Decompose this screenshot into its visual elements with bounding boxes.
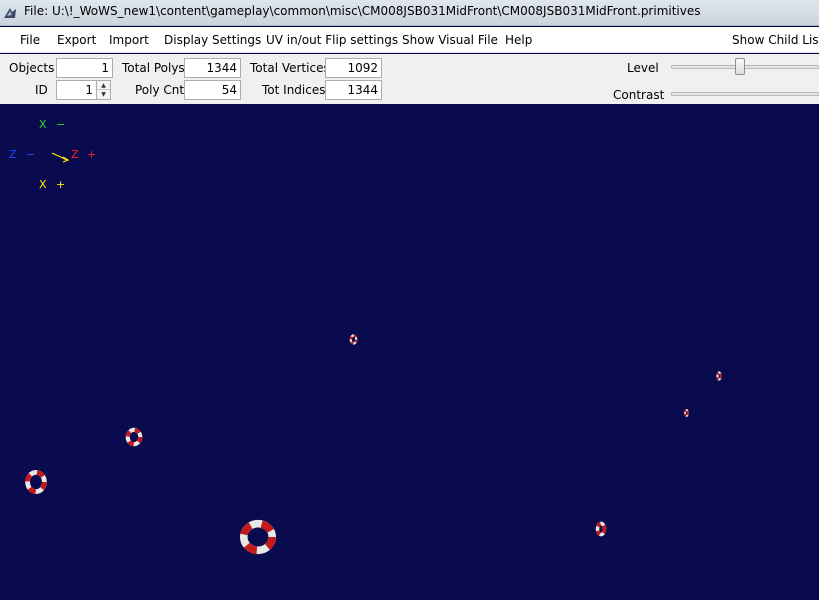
life-ring-icon (349, 334, 358, 345)
z-negative-axis-label: Z (9, 148, 17, 161)
spin-down-icon[interactable]: ▼ (97, 90, 110, 99)
app-icon (4, 8, 16, 18)
3d-viewport[interactable]: X − Z − Z + X + (0, 104, 819, 600)
window-title: File: U:\!_WoWS_new1\content\gameplay\co… (24, 4, 701, 18)
poly-cnt-field[interactable]: 54 (184, 80, 241, 100)
z-negative-sign: − (26, 148, 36, 161)
objects-field[interactable]: 1 (56, 58, 113, 78)
total-polys-label: Total Polys (122, 61, 185, 75)
stats-panel: Objects 1 ID 1 ▲ ▼ Total Polys 1344 Poly… (0, 54, 819, 104)
life-ring-icon (595, 521, 607, 537)
tot-indices-field[interactable]: 1344 (325, 80, 382, 100)
life-ring-icon (25, 470, 47, 494)
level-label: Level (627, 61, 659, 75)
spin-up-icon[interactable]: ▲ (97, 81, 110, 90)
menu-bar: File Export Import Display Settings UV i… (0, 27, 819, 53)
menu-file[interactable]: File (20, 33, 40, 47)
x-negative-sign: − (56, 118, 66, 131)
id-spinner[interactable]: ▲ ▼ (96, 80, 111, 100)
menu-show-child-list[interactable]: Show Child List (732, 33, 819, 47)
poly-cnt-label: Poly Cnt (135, 83, 185, 97)
objects-label: Objects (9, 61, 55, 75)
z-positive-sign: + (87, 148, 97, 161)
x-positive-axis-label: X (39, 178, 47, 191)
contrast-label: Contrast (613, 88, 665, 102)
x-positive-sign: + (56, 178, 66, 191)
life-ring-icon (125, 427, 143, 447)
life-ring-icon (684, 408, 689, 418)
menu-display-settings[interactable]: Display Settings (164, 33, 261, 47)
total-polys-field[interactable]: 1344 (184, 58, 241, 78)
level-slider-track[interactable] (671, 65, 819, 69)
menu-help[interactable]: Help (505, 33, 532, 47)
menu-show-visual-file[interactable]: Show Visual File (402, 33, 498, 47)
total-vertices-field[interactable]: 1092 (325, 58, 382, 78)
life-ring-icon (239, 519, 277, 555)
tot-indices-label: Tot Indices (262, 83, 326, 97)
level-slider-thumb[interactable] (735, 58, 745, 75)
z-positive-axis-label: Z (71, 148, 79, 161)
menu-export[interactable]: Export (57, 33, 96, 47)
x-negative-axis-label: X (39, 118, 47, 131)
id-label: ID (35, 83, 48, 97)
title-bar: File: U:\!_WoWS_new1\content\gameplay\co… (0, 0, 819, 26)
total-vertices-label: Total Vertices (250, 61, 330, 75)
axis-arrow-icon (51, 152, 70, 163)
menu-import[interactable]: Import (109, 33, 149, 47)
contrast-slider-track[interactable] (671, 92, 819, 96)
id-field[interactable]: 1 (56, 80, 97, 100)
menu-uv-flip-settings[interactable]: UV in/out Flip settings (266, 33, 398, 47)
life-ring-icon (716, 371, 722, 381)
